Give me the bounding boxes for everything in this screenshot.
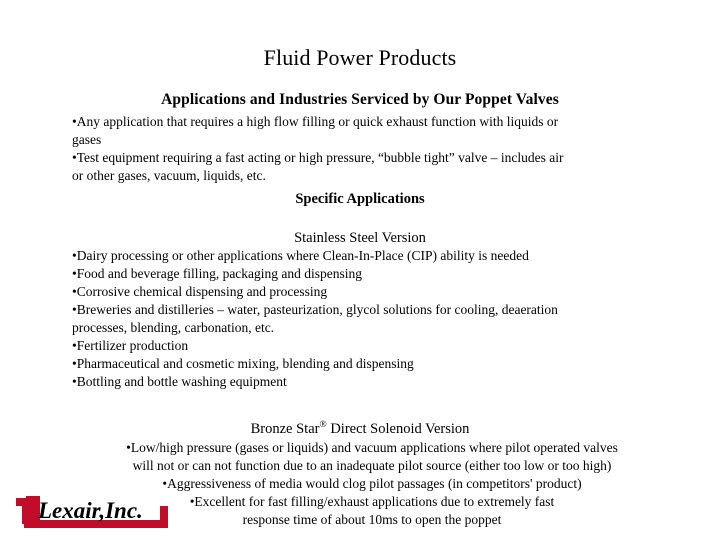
list-item: •Aggressiveness of media would clog pilo… xyxy=(162,476,582,491)
list-item: •Dairy processing or other applications … xyxy=(72,248,529,263)
registered-trademark-icon: ® xyxy=(319,420,327,431)
list-item-continuation: will not or can not function due to an i… xyxy=(132,458,612,473)
intro-line-1: •Any application that requires a high fl… xyxy=(72,114,559,129)
bronze-star-version-heading: Bronze Star® Direct Solenoid Version xyxy=(0,420,720,438)
presentation-slide: Fluid Power Products Applications and In… xyxy=(0,0,720,540)
intro-line-3: •Test equipment requiring a fast acting … xyxy=(72,150,564,165)
bronze-star-heading-suffix: Direct Solenoid Version xyxy=(326,421,470,437)
logo-red-numeral-one xyxy=(16,496,40,524)
stainless-steel-bullet-list: •Dairy processing or other applications … xyxy=(72,247,672,391)
lexair-logo-graphic: Lexair,Inc. xyxy=(16,496,168,528)
list-item-continuation: processes, blending, carbonation, etc. xyxy=(72,320,275,335)
stainless-steel-version-heading: Stainless Steel Version xyxy=(294,230,426,246)
page-title: Fluid Power Products xyxy=(263,44,457,70)
list-item: •Corrosive chemical dispensing and proce… xyxy=(72,284,328,299)
intro-line-4: or other gases, vacuum, liquids, etc. xyxy=(72,168,266,183)
list-item: •Low/high pressure (gases or liquids) an… xyxy=(126,440,618,455)
list-item: •Pharmaceutical and cosmetic mixing, ble… xyxy=(72,356,414,371)
list-item: •Bottling and bottle washing equipment xyxy=(72,374,287,389)
lexair-logo: Lexair,Inc. xyxy=(14,494,170,534)
specific-applications-heading: Specific Applications xyxy=(295,191,425,207)
bronze-star-heading-text: Bronze Star xyxy=(250,421,320,437)
slide-subtitle: Applications and Industries Serviced by … xyxy=(161,90,559,108)
list-item: •Food and beverage filling, packaging an… xyxy=(72,266,363,281)
logo-wordmark: Lexair,Inc. xyxy=(37,498,143,523)
intro-text-block: •Any application that requires a high fl… xyxy=(72,113,672,185)
list-item: •Fertilizer production xyxy=(72,338,189,353)
intro-line-2: gases xyxy=(72,132,102,147)
list-item: •Breweries and distilleries – water, pas… xyxy=(72,302,558,317)
